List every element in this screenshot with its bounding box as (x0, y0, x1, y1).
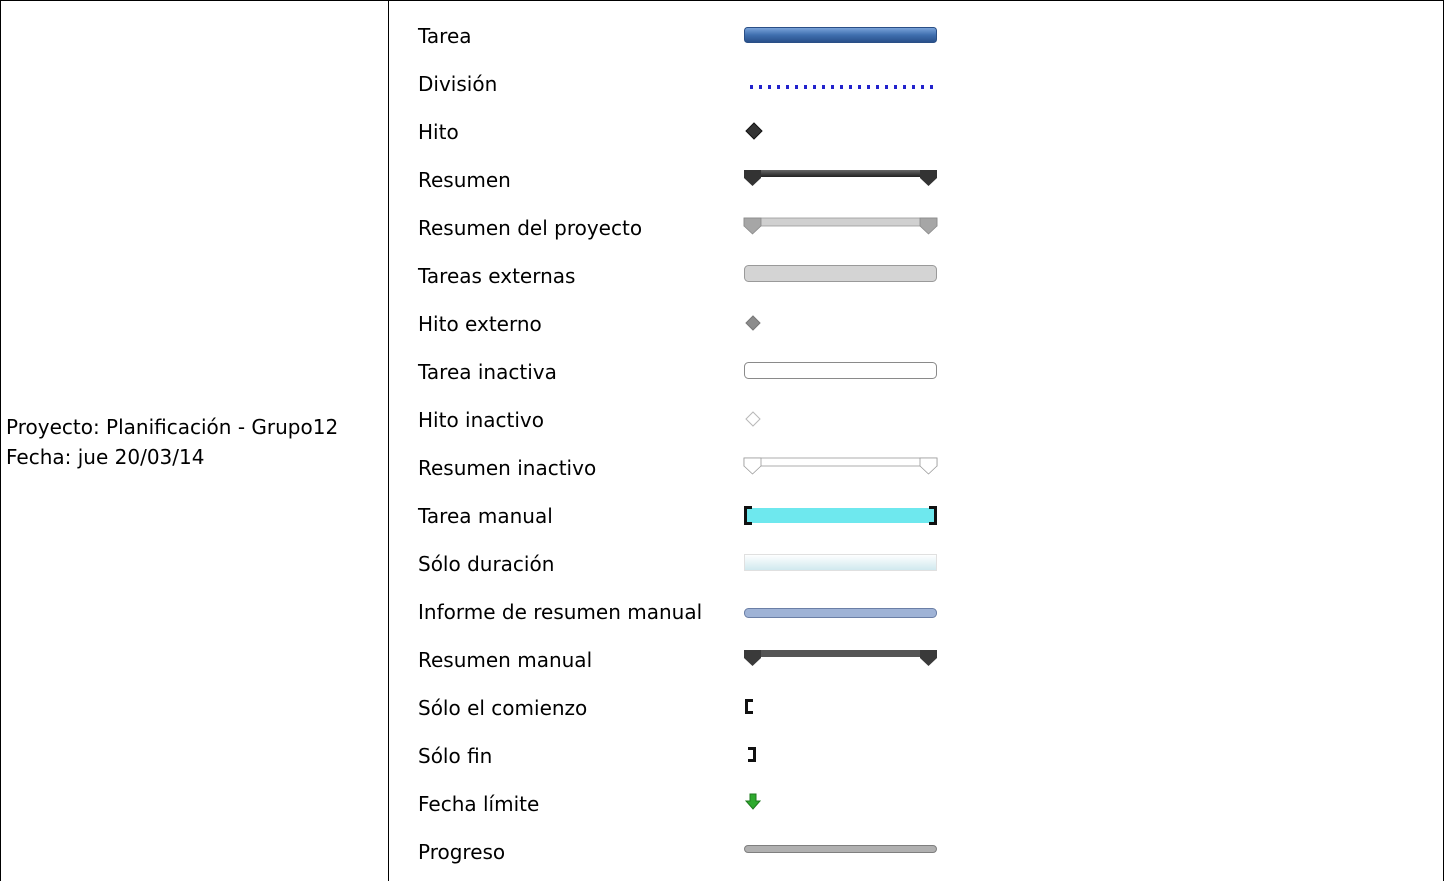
inactive-summary-bar-icon (743, 457, 938, 475)
legend-label-resumen-manual: Resumen manual (418, 648, 593, 672)
project-name: Proyecto: Planificación - Grupo12 (6, 415, 339, 439)
legend-label-tareas-externas: Tareas externas (418, 264, 576, 288)
legend-label-tarea: Tarea (418, 24, 472, 48)
manual-summary-rollup-bar-icon (744, 608, 937, 618)
progress-bar-icon (744, 845, 937, 853)
project-info: Proyecto: Planificación - Grupo12 Fecha:… (6, 412, 338, 472)
legend-label-hito-externo: Hito externo (418, 312, 542, 336)
split-dotted-line-icon (750, 85, 938, 89)
inactive-milestone-icon (745, 411, 761, 427)
legend-label-informe-resumen-manual: Informe de resumen manual (418, 600, 703, 624)
start-only-bracket-icon (745, 699, 753, 714)
legend-label-resumen-proyecto: Resumen del proyecto (418, 216, 643, 240)
legend-label-progreso: Progreso (418, 840, 506, 864)
legend-label-tarea-inactiva: Tarea inactiva (418, 360, 557, 384)
duration-only-bar-icon (744, 554, 937, 571)
finish-only-bracket-icon (748, 747, 756, 762)
task-bar-icon (744, 27, 937, 43)
legend-label-tarea-manual: Tarea manual (418, 504, 553, 528)
legend-label-hito: Hito (418, 120, 459, 144)
legend-label-division: División (418, 72, 498, 96)
inactive-task-bar-icon (744, 362, 937, 379)
column-divider (388, 0, 389, 881)
manual-summary-bar-icon (744, 650, 937, 666)
external-milestone-icon (745, 315, 761, 331)
external-task-bar-icon (744, 265, 937, 282)
project-date: Fecha: jue 20/03/14 (6, 445, 205, 469)
legend-label-resumen-inactivo: Resumen inactivo (418, 456, 597, 480)
legend-label-solo-fin: Sólo fin (418, 744, 493, 768)
legend-label-solo-comienzo: Sólo el comienzo (418, 696, 588, 720)
legend-label-fecha-limite: Fecha límite (418, 792, 540, 816)
project-summary-bar-icon (743, 217, 938, 235)
legend-label-solo-duracion: Sólo duración (418, 552, 555, 576)
deadline-arrow-icon (744, 793, 762, 810)
legend-label-resumen: Resumen (418, 168, 511, 192)
manual-task-bar-icon (744, 506, 937, 525)
milestone-diamond-icon (745, 122, 763, 140)
legend-label-hito-inactivo: Hito inactivo (418, 408, 544, 432)
summary-bar-icon (744, 170, 937, 186)
